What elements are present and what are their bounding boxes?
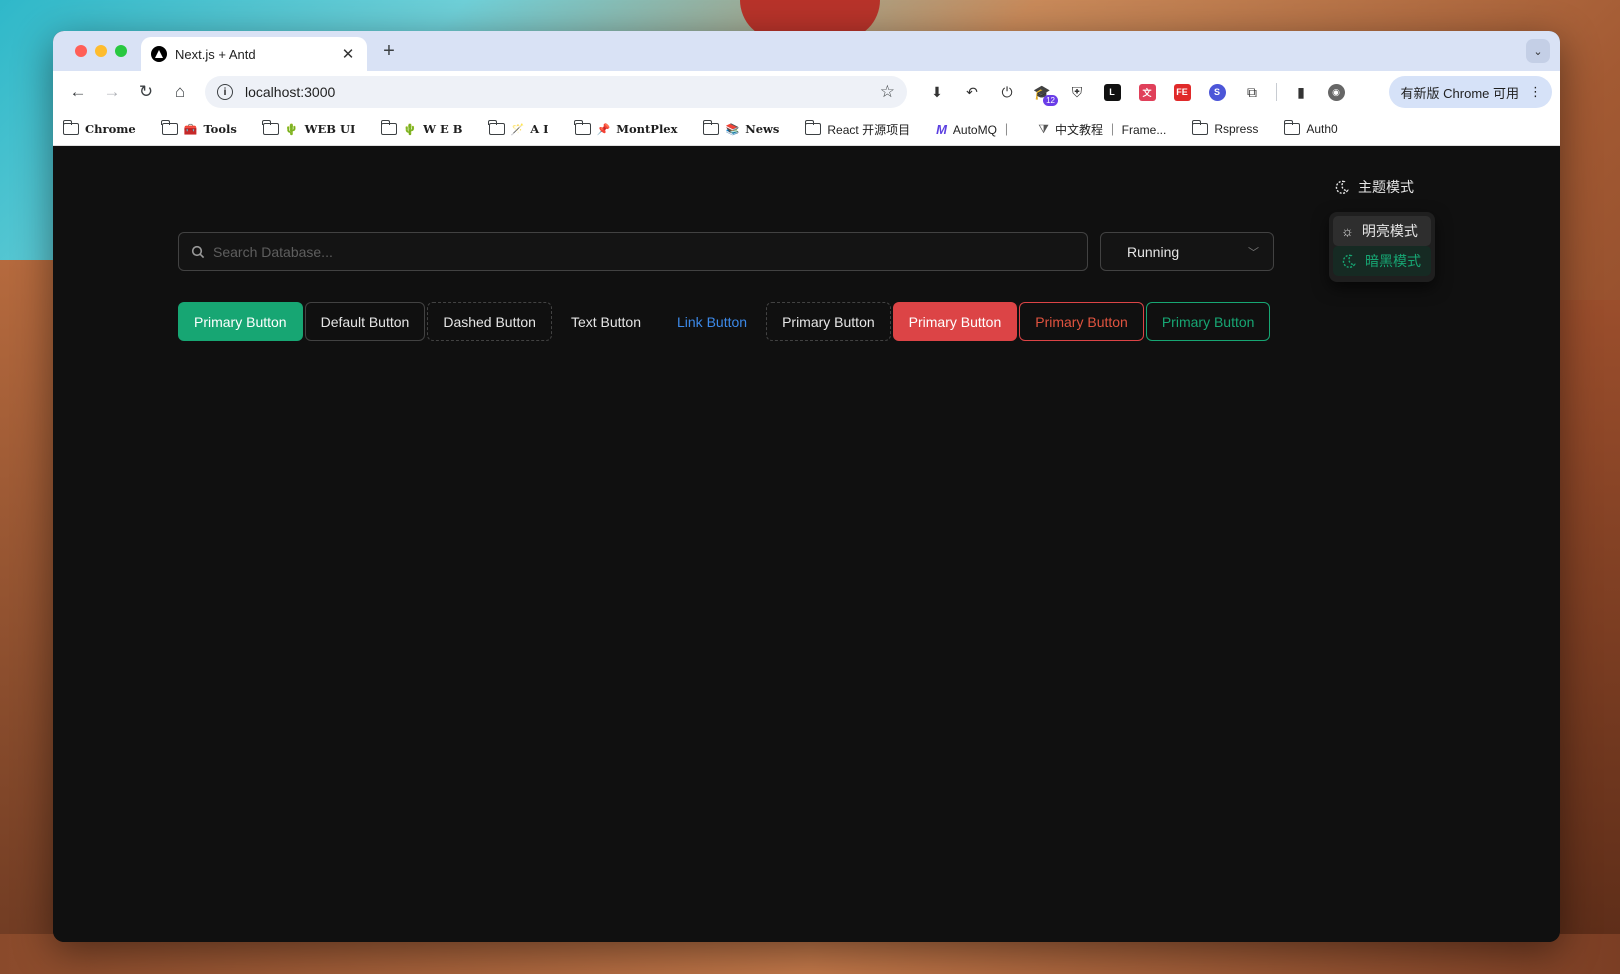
default-button[interactable]: Default Button <box>304 302 426 341</box>
primary-button[interactable]: Primary Button <box>178 302 303 341</box>
danger-outline-button[interactable]: Primary Button <box>1019 302 1144 341</box>
status-select-value: Running <box>1127 243 1180 260</box>
puzzle-extensions-icon[interactable]: ⧉ <box>1238 78 1266 106</box>
folder-icon <box>804 120 822 135</box>
folder-icon <box>702 120 720 135</box>
undo-extension-icon[interactable]: ↶ <box>958 78 986 106</box>
automq-logo-icon: M <box>936 121 947 137</box>
wallpaper-decoration <box>0 260 60 974</box>
close-window-button[interactable] <box>75 45 87 57</box>
browser-toolbar: ← → ↻ ⌂ i localhost:3000 ☆ ⬇ ↶ ⏻ 🎓 12 ⛨ L… <box>53 71 1560 113</box>
folder-icon <box>1283 120 1301 135</box>
chrome-update-button[interactable]: 有新版 Chrome 可用 ⋮ <box>1388 76 1552 108</box>
home-button[interactable]: ⌂ <box>165 77 195 107</box>
theme-option-light[interactable]: ☼ 明亮模式 <box>1333 216 1431 246</box>
dashed-button[interactable]: Dashed Button <box>427 302 552 341</box>
tab-strip: Next.js + Antd ✕ + ⌄ <box>53 31 1560 71</box>
theme-mode-dropdown[interactable]: 主题模式 <box>1334 177 1414 197</box>
folder-icon <box>262 120 279 135</box>
search-input[interactable] <box>213 243 1075 260</box>
bookmark-folder-web[interactable]: 🌵 W E B <box>380 120 463 136</box>
link-button[interactable]: Link Button <box>660 302 764 341</box>
primary-dashed-button[interactable]: Primary Button <box>766 302 891 341</box>
update-label: 有新版 Chrome 可用 <box>1400 85 1519 101</box>
tab-title: Next.js + Antd <box>175 46 256 62</box>
address-url[interactable]: localhost:3000 <box>245 84 868 100</box>
cactus-icon: 🌵 <box>403 122 418 136</box>
address-bar[interactable]: i localhost:3000 ☆ <box>205 76 907 108</box>
back-button[interactable]: ← <box>63 77 93 107</box>
folder-icon <box>488 120 505 135</box>
magic-wand-icon: 🪄 <box>510 122 525 136</box>
zoom-window-button[interactable] <box>115 45 127 57</box>
bookmark-folder-react[interactable]: React 开源项目 <box>804 120 910 138</box>
blue-swirl-extension-icon[interactable]: S <box>1203 78 1231 106</box>
bookmark-folder-auth0[interactable]: Auth0 <box>1283 120 1338 136</box>
extension-badge: 12 <box>1043 95 1058 106</box>
profile-avatar-icon[interactable]: ◉ <box>1322 78 1350 106</box>
reload-button[interactable]: ↻ <box>131 77 161 107</box>
tab-search-chevron-icon[interactable]: ⌄ <box>1526 39 1550 63</box>
browser-window: Next.js + Antd ✕ + ⌄ ← → ↻ ⌂ i localhost… <box>53 31 1560 942</box>
nextjs-favicon-icon <box>151 46 167 62</box>
more-menu-icon[interactable]: ⋮ <box>1529 84 1542 100</box>
bookmark-folder-tools[interactable]: 🧰 Tools <box>161 120 237 136</box>
extensions-row: ⬇ ↶ ⏻ 🎓 12 ⛨ L 文 FE S ⧉ ▮ ◉ <box>923 78 1350 106</box>
fe-extension-icon[interactable]: FE <box>1168 78 1196 106</box>
theme-mode-menu: ☼ 明亮模式 暗黑模式 <box>1329 212 1435 282</box>
framer-logo-icon: ⧩ <box>1038 121 1049 136</box>
bookmark-folder-rspress[interactable]: Rspress <box>1191 120 1258 136</box>
books-icon: 📚 <box>725 122 740 136</box>
forward-button[interactable]: → <box>97 77 127 107</box>
bookmark-automq[interactable]: M AutoMQ ｜ <box>936 121 1012 138</box>
toolbox-icon: 🧰 <box>183 122 198 136</box>
button-row: Primary Button Default Button Dashed But… <box>178 302 1271 341</box>
wallpaper-decoration <box>1560 300 1620 974</box>
toolbar-divider <box>1276 83 1277 101</box>
minimize-window-button[interactable] <box>95 45 107 57</box>
download-icon[interactable]: ⬇ <box>923 78 951 106</box>
folder-icon <box>1191 120 1209 135</box>
folder-icon <box>380 120 398 135</box>
search-icon <box>191 245 205 258</box>
browser-tab[interactable]: Next.js + Antd ✕ <box>141 37 367 71</box>
folder-icon <box>161 120 178 135</box>
bookmark-folder-ai[interactable]: 🪄 A I <box>488 120 549 136</box>
search-database-field[interactable] <box>178 232 1088 271</box>
bookmark-folder-web-ui[interactable]: 🌵 WEB UI <box>262 120 355 136</box>
bookmarks-bar: Chrome 🧰 Tools 🌵 WEB UI 🌵 W E B 🪄 A I 📌 MontP… <box>53 113 1560 146</box>
theme-option-dark[interactable]: 暗黑模式 <box>1333 246 1431 276</box>
bookmark-folder-news[interactable]: 📚 News <box>702 120 779 136</box>
lighthouse-extension-icon[interactable]: L <box>1098 78 1126 106</box>
site-info-icon[interactable]: i <box>217 84 233 100</box>
bookmark-star-icon[interactable]: ☆ <box>880 82 895 102</box>
new-tab-button[interactable]: + <box>377 39 401 63</box>
status-select[interactable]: Running ﹀ <box>1100 232 1274 271</box>
pin-icon: 📌 <box>596 122 611 136</box>
power-icon[interactable]: ⏻ <box>993 78 1021 106</box>
danger-primary-button[interactable]: Primary Button <box>892 302 1018 341</box>
bookmark-framer[interactable]: ⧩ 中文教程 ｜ Frame... <box>1038 121 1166 138</box>
shield-extension-icon[interactable]: ⛨ <box>1063 78 1091 106</box>
text-button[interactable]: Text Button <box>554 302 658 341</box>
window-controls <box>75 45 127 57</box>
translate-extension-icon[interactable]: 文 <box>1133 78 1161 106</box>
folder-icon <box>574 120 591 135</box>
bookmark-folder-chrome[interactable]: Chrome <box>62 120 136 136</box>
chevron-down-icon: ﹀ <box>1248 246 1259 259</box>
side-panel-icon[interactable]: ▮ <box>1287 78 1315 106</box>
graduation-extension-icon[interactable]: 🎓 12 <box>1028 78 1058 106</box>
moon-icon <box>1335 180 1349 194</box>
page-content: 主题模式 ☼ 明亮模式 暗黑模式 Running ﹀ Primary Butto… <box>53 147 1560 942</box>
tab-close-icon[interactable]: ✕ <box>339 45 357 63</box>
ghost-primary-button[interactable]: Primary Button <box>1145 302 1271 341</box>
bookmark-folder-montplex[interactable]: 📌 MontPlex <box>574 120 677 136</box>
sun-icon: ☼ <box>1341 223 1354 239</box>
theme-mode-label: 主题模式 <box>1358 179 1414 195</box>
moon-icon <box>1342 254 1356 268</box>
cactus-icon: 🌵 <box>284 122 299 136</box>
folder-icon <box>62 120 79 135</box>
